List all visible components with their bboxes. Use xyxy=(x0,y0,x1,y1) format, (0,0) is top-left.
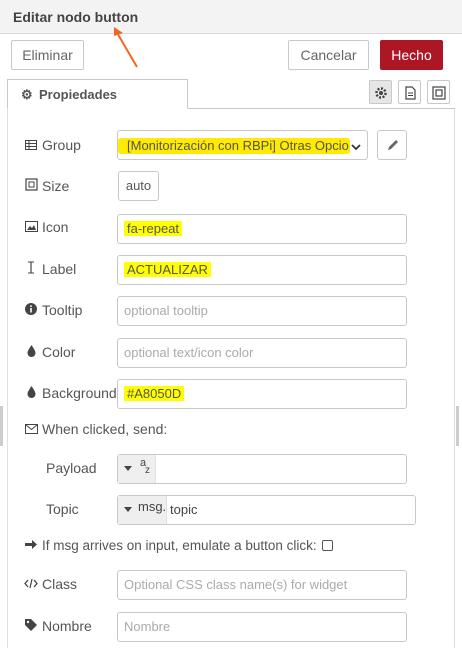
background-label-text: Background xyxy=(42,385,117,401)
name-label: Nombre xyxy=(24,618,92,634)
tooltip-label: Tooltip xyxy=(24,302,82,318)
group-label: Group xyxy=(24,137,81,153)
payload-label: Payload xyxy=(46,460,97,476)
caret-down-icon xyxy=(124,507,132,512)
class-label-text: Class xyxy=(42,576,78,592)
caret-down-icon xyxy=(124,466,132,471)
scrollbar-right[interactable] xyxy=(456,406,459,446)
icon-field[interactable]: fa-repeat xyxy=(117,214,407,244)
topic-value: topic xyxy=(170,502,198,517)
name-label-text: Nombre xyxy=(42,618,92,634)
tooltip-label-text: Tooltip xyxy=(42,302,83,318)
name-field[interactable]: Nombre xyxy=(117,612,407,642)
info-icon xyxy=(24,302,38,318)
gear-icon xyxy=(375,87,387,99)
resize-icon xyxy=(24,178,38,194)
pencil-icon xyxy=(388,140,398,150)
cancel-button[interactable]: Cancelar xyxy=(288,40,369,70)
size-label: Size xyxy=(24,178,69,194)
label-field-value: ACTUALIZAR xyxy=(124,262,211,277)
tab-description-button[interactable] xyxy=(398,80,421,104)
appearance-icon xyxy=(432,86,446,100)
icon-label-text: Icon xyxy=(42,219,69,235)
label-label: Label xyxy=(24,261,76,277)
arrow-right-icon xyxy=(24,538,38,553)
group-label-text: Group xyxy=(42,137,81,153)
tab-appearance-button[interactable] xyxy=(427,80,450,104)
color-label-text: Color xyxy=(42,344,76,360)
tray-header: Editar nodo button xyxy=(0,0,462,34)
topic-type-select[interactable]: msg. xyxy=(118,496,167,524)
tint-icon xyxy=(24,344,38,360)
background-label: Background xyxy=(24,385,117,401)
delete-button[interactable]: Eliminar xyxy=(11,40,84,70)
tooltip-field[interactable]: optional tooltip xyxy=(117,296,407,326)
background-field-value: #A8050D xyxy=(124,386,185,401)
payload-type-sub: z xyxy=(145,465,150,476)
payload-type-select[interactable]: a z xyxy=(118,455,156,483)
topic-type-label: msg. xyxy=(138,499,167,514)
description-icon xyxy=(405,86,416,100)
size-label-text: Size xyxy=(42,178,70,194)
label-field[interactable]: ACTUALIZAR xyxy=(117,255,407,285)
tab-settings-button[interactable] xyxy=(369,80,392,104)
label-label-text: Label xyxy=(42,261,77,277)
emulate-label: If msg arrives on input, emulate a butto… xyxy=(24,538,333,553)
table-icon xyxy=(24,137,38,153)
edit-group-button[interactable] xyxy=(377,130,407,160)
resize-handle-left[interactable] xyxy=(0,406,3,446)
size-button[interactable]: auto xyxy=(118,171,159,201)
envelope-icon xyxy=(24,421,38,437)
tray-toolbar: Eliminar Cancelar Hecho xyxy=(0,34,462,76)
gear-icon: ⚙ xyxy=(21,87,33,102)
picture-icon xyxy=(24,219,38,235)
color-field[interactable]: optional text/icon color xyxy=(117,338,407,368)
group-select[interactable]: [Monitorización con RBPi] Otras Opciones xyxy=(117,130,368,160)
color-label: Color xyxy=(24,344,75,360)
code-icon xyxy=(24,576,38,592)
tab-bar: ⚙ Propiedades xyxy=(7,78,455,109)
tint-icon xyxy=(24,385,38,401)
icon-label: Icon xyxy=(24,219,68,235)
emulate-label-text: If msg arrives on input, emulate a butto… xyxy=(42,538,317,553)
emulate-checkbox[interactable] xyxy=(321,540,333,551)
text-cursor-icon xyxy=(24,261,38,277)
class-label: Class xyxy=(24,576,77,592)
chevron-down-icon xyxy=(351,139,361,154)
background-field[interactable]: #A8050D xyxy=(117,379,407,409)
group-select-value: [Monitorización con RBPi] Otras Opciones xyxy=(127,138,349,153)
when-clicked-label: When clicked, send: xyxy=(24,421,167,437)
tab-properties[interactable]: ⚙ Propiedades xyxy=(7,79,188,109)
icon-field-value: fa-repeat xyxy=(124,221,183,236)
payload-field[interactable]: a z xyxy=(117,454,407,484)
when-clicked-label-text: When clicked, send: xyxy=(42,421,168,437)
tab-properties-label: Propiedades xyxy=(39,87,118,102)
class-field[interactable]: Optional CSS class name(s) for widget xyxy=(117,570,407,600)
topic-field[interactable]: msg. topic xyxy=(117,495,416,525)
tag-icon xyxy=(24,618,38,634)
done-button[interactable]: Hecho xyxy=(380,40,443,70)
topic-label: Topic xyxy=(46,501,79,517)
